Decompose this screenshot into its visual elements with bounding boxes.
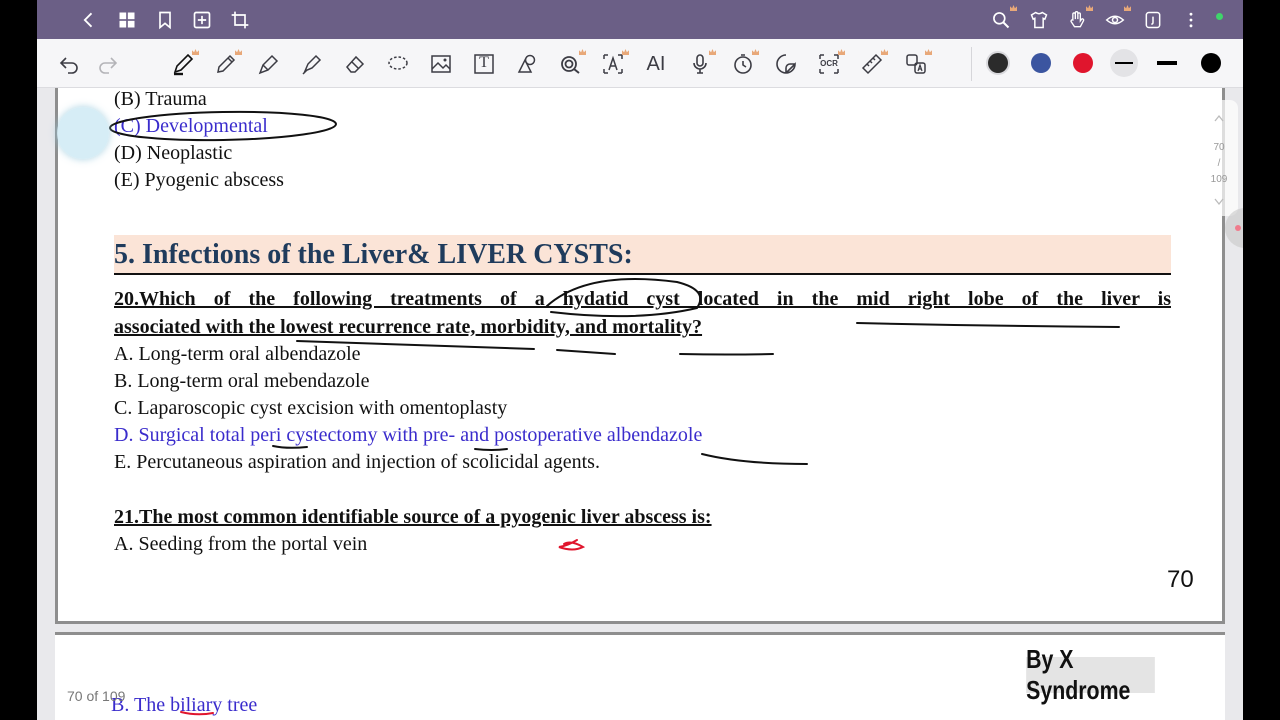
- timer-icon[interactable]: [730, 49, 759, 77]
- document-icon[interactable]: [1141, 8, 1165, 32]
- answer-20-b: B. Long-term oral mebendazole: [114, 370, 370, 392]
- question-21: 21.The most common identifiable source o…: [114, 506, 712, 528]
- magnifier-icon[interactable]: [557, 49, 586, 77]
- color-swatch-red[interactable]: [1073, 53, 1093, 73]
- pdf-page-next: By X Syndrome B. The biliary tree: [55, 632, 1225, 720]
- annotation-toolbar: T AI OCR: [37, 39, 1243, 88]
- shapes-icon[interactable]: [514, 51, 540, 77]
- floating-assistant-button[interactable]: [57, 107, 109, 159]
- highlighter-icon[interactable]: [299, 51, 325, 77]
- redo-icon[interactable]: [95, 51, 121, 77]
- text-icon[interactable]: T: [471, 51, 497, 77]
- option-e: (E) Pyogenic abscess: [114, 169, 284, 191]
- translate-doc-icon[interactable]: [903, 49, 932, 77]
- stroke-thin-button[interactable]: [1110, 49, 1138, 77]
- ai-icon[interactable]: AI: [643, 51, 669, 77]
- stroke-medium-button[interactable]: [1157, 61, 1177, 65]
- translate-icon[interactable]: [600, 49, 629, 77]
- section-heading: 5. Infections of the Liver& LIVER CYSTS:: [114, 235, 1171, 275]
- chevron-down-icon[interactable]: [1200, 198, 1238, 209]
- option-c: (C) Developmental: [114, 115, 268, 137]
- grid-icon[interactable]: [115, 8, 139, 32]
- ruler-icon[interactable]: [859, 49, 888, 77]
- fountain-pen-icon[interactable]: [256, 51, 282, 77]
- ocr-icon[interactable]: OCR: [816, 49, 845, 77]
- brand-logo: By X Syndrome: [1026, 644, 1155, 705]
- page-number: 70: [1167, 566, 1194, 593]
- status-dot: [1216, 13, 1223, 20]
- microphone-icon[interactable]: [687, 49, 716, 77]
- answer-20-d: D. Surgical total peri cystectomy with p…: [114, 424, 703, 446]
- shirt-icon[interactable]: [1027, 8, 1051, 32]
- eye-icon[interactable]: [1103, 5, 1131, 32]
- add-page-icon[interactable]: [190, 8, 214, 32]
- answer-21-b: B. The biliary tree: [111, 694, 258, 716]
- top-bar: [37, 0, 1243, 39]
- back-icon[interactable]: [77, 8, 101, 32]
- answer-20-e: E. Percutaneous aspiration and injection…: [114, 451, 600, 473]
- undo-icon[interactable]: [56, 51, 82, 77]
- crop-icon[interactable]: [228, 8, 252, 32]
- answer-20-a: A. Long-term oral albendazole: [114, 343, 361, 365]
- color-swatch-dark[interactable]: [988, 53, 1008, 73]
- toolbar-separator: [971, 47, 972, 81]
- more-icon[interactable]: [1179, 8, 1203, 32]
- section-heading-text: 5. Infections of the Liver& LIVER CYSTS:: [114, 239, 633, 270]
- answer-21-a: A. Seeding from the portal vein: [114, 533, 368, 555]
- pen-icon[interactable]: [170, 49, 199, 77]
- total-pages-indicator: 109: [1210, 174, 1228, 185]
- page-separator: /: [1217, 158, 1221, 169]
- option-d: (D) Neoplastic: [114, 142, 233, 164]
- chevron-up-icon[interactable]: [1200, 114, 1238, 125]
- color-swatch-blue[interactable]: [1031, 53, 1051, 73]
- ocr-label: OCR: [820, 59, 838, 68]
- bookmark-icon[interactable]: [153, 8, 177, 32]
- sticker-icon[interactable]: [773, 51, 799, 77]
- page-navigator[interactable]: 70 / 109: [1200, 100, 1238, 216]
- current-page-indicator: 70: [1213, 142, 1225, 153]
- search-icon[interactable]: [989, 5, 1017, 32]
- hand-icon[interactable]: [1065, 5, 1093, 32]
- pencil-icon[interactable]: [213, 49, 242, 77]
- answer-20-c: C. Laparoscopic cyst excision with oment…: [114, 397, 508, 419]
- pdf-reader-app: T AI OCR (B) Trauma (C) Developmental (D…: [37, 0, 1243, 720]
- question-20-line-2: associated with the lowest recurrence ra…: [114, 316, 703, 338]
- lasso-icon[interactable]: [385, 51, 411, 77]
- page-count-label: 70 of 109: [67, 688, 126, 704]
- text-tool-label: T: [479, 54, 489, 71]
- option-b: (B) Trauma: [114, 88, 207, 110]
- stroke-thick-button[interactable]: [1201, 53, 1221, 73]
- pdf-page: (B) Trauma (C) Developmental (D) Neoplas…: [55, 88, 1225, 624]
- question-20-line-1: 20.Which of the following treatments of …: [114, 288, 1171, 310]
- eraser-icon[interactable]: [342, 51, 368, 77]
- image-icon[interactable]: [428, 51, 454, 77]
- ai-label: AI: [646, 52, 666, 75]
